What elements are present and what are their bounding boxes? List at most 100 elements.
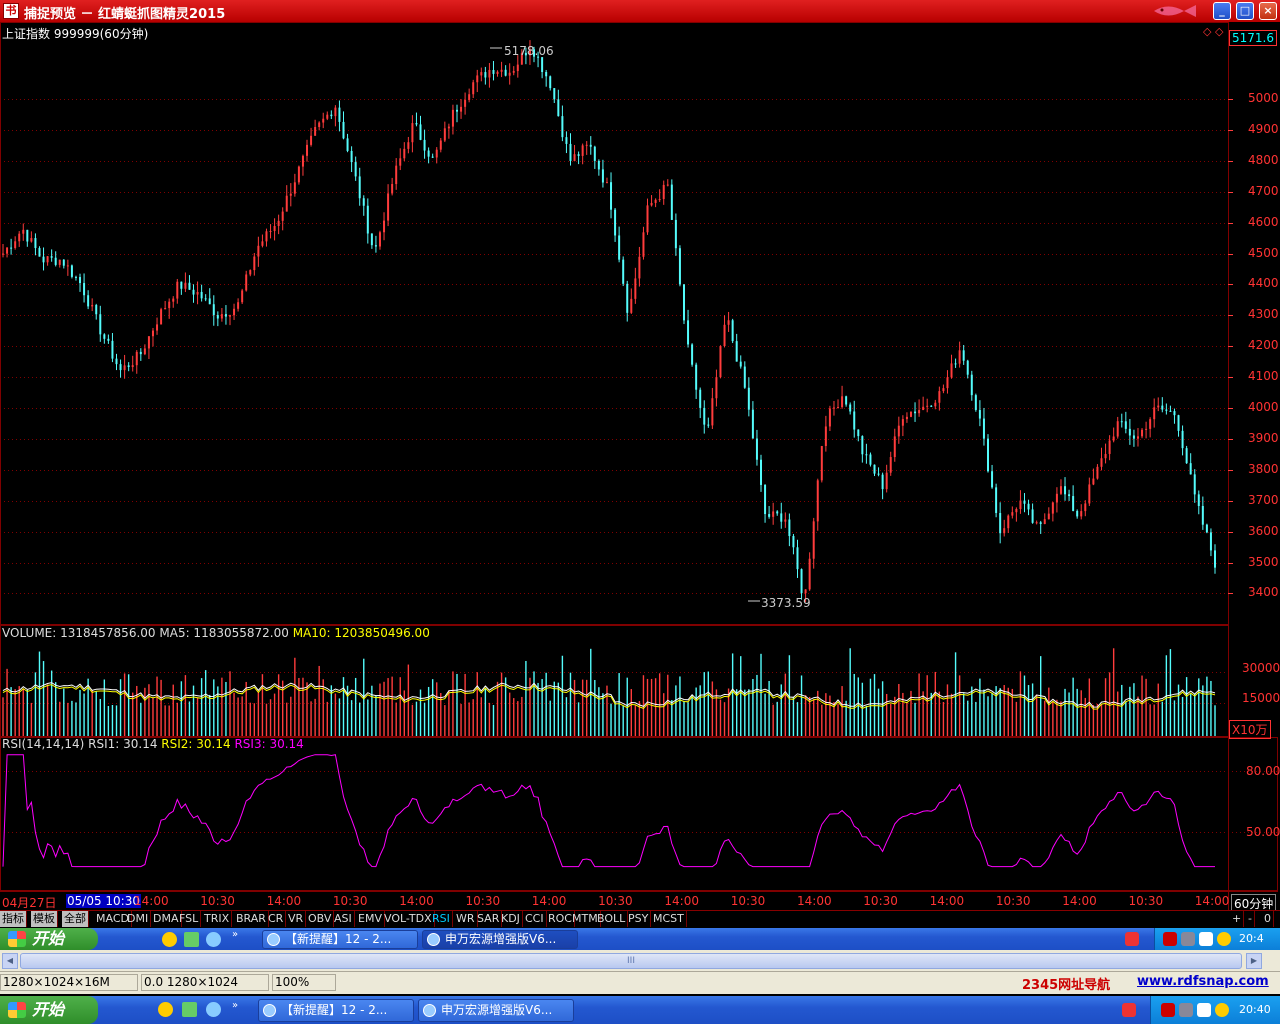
candle-body bbox=[751, 409, 754, 439]
tab-control-1[interactable]: - bbox=[1246, 911, 1255, 927]
horizontal-scrollbar[interactable]: ◀ III ▶ bbox=[0, 950, 1280, 972]
captured-task-1[interactable]: 【新提醒】12 - 2... bbox=[262, 930, 418, 949]
close-button[interactable]: × bbox=[1259, 2, 1277, 20]
tab-wr[interactable]: WR bbox=[454, 911, 478, 927]
app-icon bbox=[423, 1004, 436, 1017]
tab-fsl[interactable]: FSL bbox=[177, 911, 202, 927]
tab-trix[interactable]: TRIX bbox=[202, 911, 233, 927]
tab-vr[interactable]: VR bbox=[286, 911, 307, 927]
tab-cci[interactable]: CCI bbox=[523, 911, 547, 927]
candle-body bbox=[464, 99, 467, 107]
candle-body bbox=[897, 425, 900, 437]
candle-body bbox=[601, 169, 604, 183]
indicator-tabs: 指标 模板 全部 MACD DMI DMA FSL TRIX BRAR CR VR OBV ASI EMV… bbox=[0, 910, 1280, 927]
captured-chevron-icon[interactable]: » bbox=[232, 929, 238, 940]
candle-body bbox=[707, 424, 710, 426]
candle-body bbox=[460, 106, 463, 112]
tab-vol-tdx[interactable]: VOL-TDX bbox=[382, 911, 435, 927]
tab-control-0[interactable]: + bbox=[1230, 911, 1245, 927]
tab-rsi[interactable]: RSI bbox=[430, 911, 453, 927]
scroll-thumb[interactable]: III bbox=[20, 953, 1242, 969]
captured-ie-icon[interactable] bbox=[206, 932, 221, 947]
captured-task-2[interactable]: 申万宏源增强版V6... bbox=[422, 930, 578, 949]
sogou-icon[interactable] bbox=[1122, 1003, 1136, 1017]
time-axis-tick: 10:30 bbox=[332, 894, 368, 908]
maximize-button[interactable]: □ bbox=[1236, 2, 1254, 20]
minimize-button[interactable]: _ bbox=[1213, 2, 1231, 20]
tray-icon-1[interactable] bbox=[1161, 1003, 1175, 1017]
nav-link[interactable]: 2345网址导航 bbox=[1022, 974, 1110, 993]
quicklaunch-icon-2[interactable] bbox=[182, 1002, 197, 1017]
candle-body bbox=[1100, 458, 1103, 467]
rsi-title: RSI(14,14,14) bbox=[2, 737, 85, 751]
captured-sogou-icon[interactable] bbox=[1125, 932, 1139, 946]
tab-boll[interactable]: BOLL bbox=[595, 911, 629, 927]
tray-icon-2[interactable] bbox=[1181, 932, 1195, 946]
candle-body bbox=[135, 351, 138, 366]
site-link[interactable]: www.rdfsnap.com bbox=[1137, 974, 1269, 989]
start-button[interactable]: 开始 bbox=[0, 996, 98, 1024]
tab-obv[interactable]: OBV bbox=[306, 911, 335, 927]
price-axis-tick: 4600 bbox=[1248, 214, 1279, 229]
candle-body bbox=[687, 320, 690, 345]
candle-body bbox=[30, 238, 33, 242]
window-title: 捕捉预览 － 红蜻蜓抓图精灵2015 bbox=[24, 7, 226, 22]
tray-icon-2[interactable] bbox=[1179, 1003, 1193, 1017]
stock-chart-area[interactable]: 上证指数 999999(60分钟) ◇ ◇ 5171.6 5178.06 337… bbox=[0, 22, 1280, 913]
tray-shield-icon[interactable] bbox=[1197, 1003, 1211, 1017]
tray-icon-1[interactable] bbox=[1163, 932, 1177, 946]
tab-mcst[interactable]: MCST bbox=[651, 911, 687, 927]
captured-start-button[interactable]: 开始 bbox=[0, 928, 98, 950]
captured-quicklaunch-icon-1[interactable] bbox=[162, 932, 177, 947]
candle-body bbox=[143, 348, 146, 355]
candle-body bbox=[1116, 421, 1119, 437]
tab-cr[interactable]: CR bbox=[266, 911, 287, 927]
tray-icon-4[interactable] bbox=[1217, 932, 1231, 946]
tab-category-0[interactable]: 指标 bbox=[0, 911, 27, 927]
rsi-values: RSI(14,14,14) RSI1: 30.14 RSI2: 30.14 RS… bbox=[2, 737, 304, 751]
captured-quicklaunch-icon-2[interactable] bbox=[184, 932, 199, 947]
candle-body bbox=[297, 166, 300, 183]
low-price-label: 3373.59 bbox=[761, 596, 811, 610]
candle-body bbox=[695, 364, 698, 390]
tray-shield-icon[interactable] bbox=[1199, 932, 1213, 946]
task-2[interactable]: 申万宏源增强版V6... bbox=[418, 999, 574, 1022]
tray-icon-4[interactable] bbox=[1215, 1003, 1229, 1017]
task-1[interactable]: 【新提醒】12 - 2... bbox=[258, 999, 414, 1022]
price-axis-tick: 4900 bbox=[1248, 121, 1279, 136]
task-1-label: 【新提醒】12 - 2... bbox=[281, 1003, 388, 1017]
tab-asi[interactable]: ASI bbox=[332, 911, 355, 927]
candle-body bbox=[646, 205, 649, 233]
tab-psy[interactable]: PSY bbox=[626, 911, 652, 927]
tab-emv[interactable]: EMV bbox=[356, 911, 385, 927]
tab-kdj[interactable]: KDJ bbox=[499, 911, 523, 927]
candle-body bbox=[423, 139, 426, 151]
candle-body bbox=[982, 418, 985, 439]
candle-body bbox=[334, 107, 337, 117]
tab-control-2[interactable]: 0 bbox=[1262, 911, 1274, 927]
tab-brar[interactable]: BRAR bbox=[234, 911, 269, 927]
scroll-right-icon[interactable]: ▶ bbox=[1246, 953, 1262, 969]
candle-body bbox=[318, 122, 321, 127]
tab-category-2[interactable]: 全部 bbox=[62, 911, 89, 927]
tab-category-1[interactable]: 模板 bbox=[31, 911, 58, 927]
chevron-icon[interactable]: » bbox=[232, 1000, 238, 1011]
candle-body bbox=[42, 256, 45, 263]
candle-body bbox=[670, 184, 673, 220]
quicklaunch-icon-1[interactable] bbox=[158, 1002, 173, 1017]
stock-chart[interactable] bbox=[0, 22, 1280, 910]
scroll-left-icon[interactable]: ◀ bbox=[2, 953, 18, 969]
screen-info: 1280×1024×16M bbox=[0, 974, 138, 991]
candle-body bbox=[1051, 502, 1054, 514]
candle-body bbox=[1096, 466, 1099, 479]
tab-dmi[interactable]: DMI bbox=[125, 911, 152, 927]
candle-body bbox=[914, 411, 917, 414]
candle-body bbox=[589, 144, 592, 147]
ie-icon[interactable] bbox=[206, 1002, 221, 1017]
candle-body bbox=[597, 160, 600, 170]
candle-body bbox=[1064, 486, 1067, 495]
candle-body bbox=[1076, 510, 1079, 517]
candle-body bbox=[950, 363, 953, 378]
candle-body bbox=[1084, 503, 1087, 512]
candle-body bbox=[500, 69, 503, 72]
